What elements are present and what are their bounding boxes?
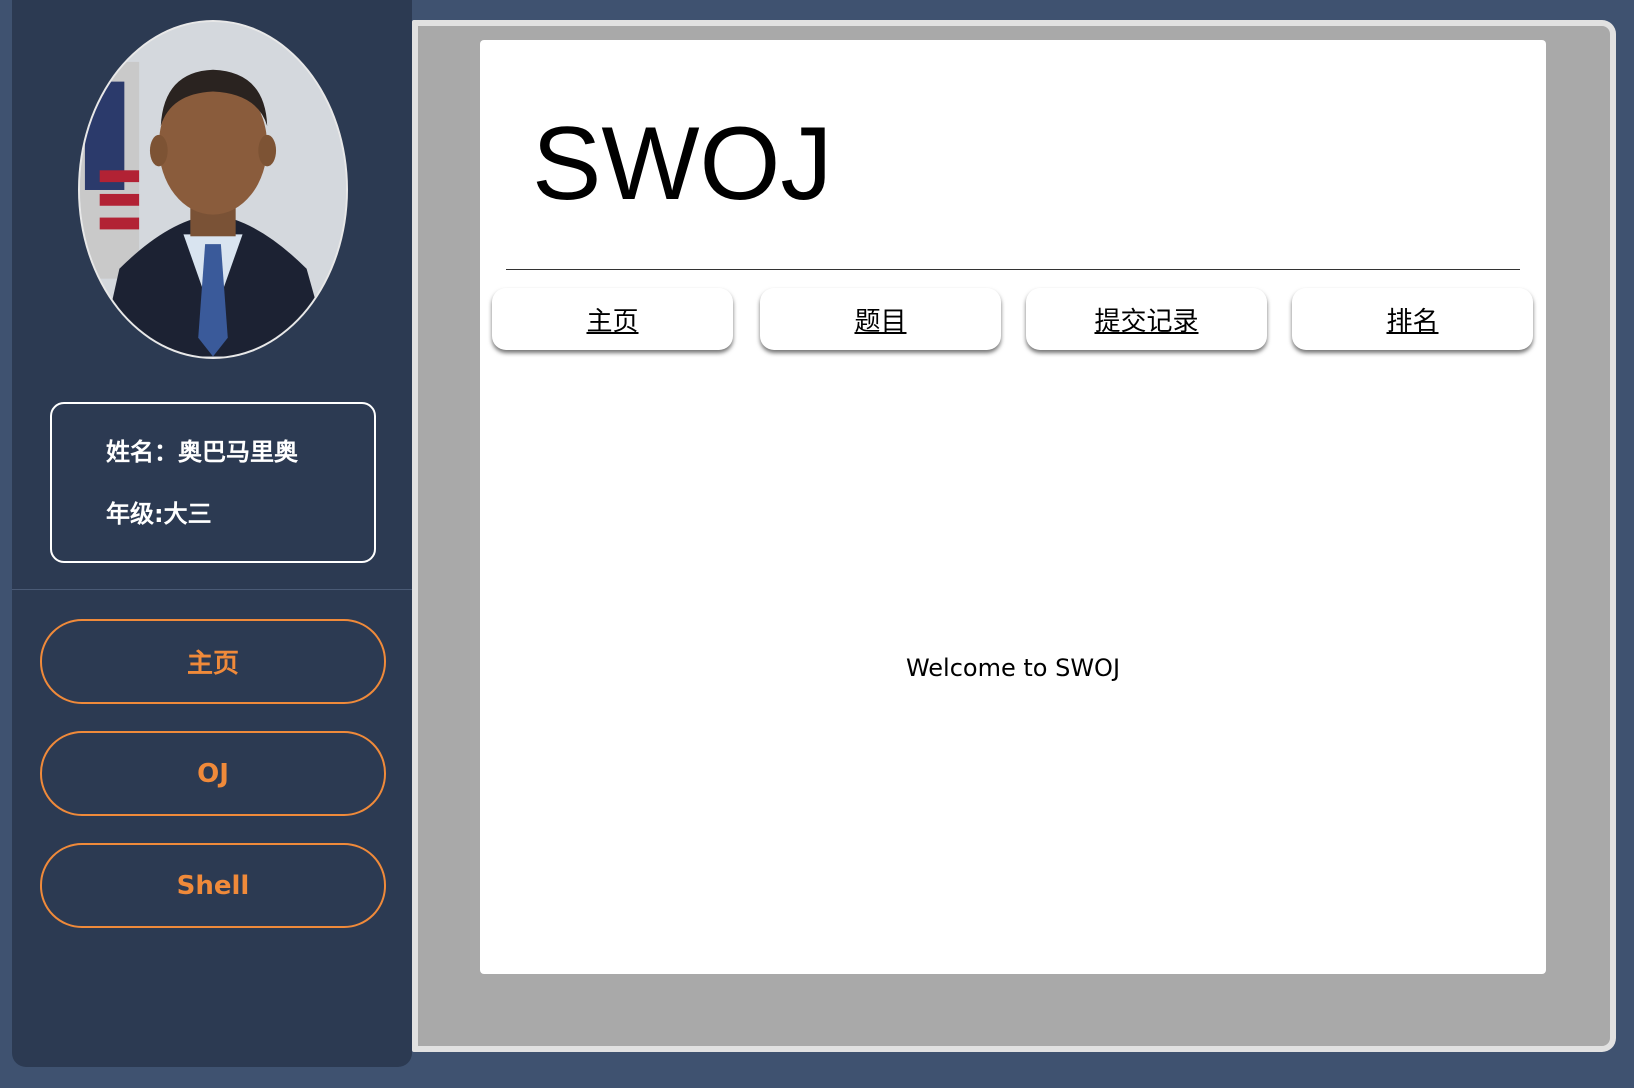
sidebar: 姓名：奥巴马里奥 年级:大三 主页 OJ Shell: [12, 0, 412, 1067]
tab-submissions[interactable]: 提交记录: [1026, 288, 1267, 350]
sidebar-divider: [12, 589, 412, 590]
tab-problems[interactable]: 题目: [760, 288, 1001, 350]
site-title: SWOJ: [532, 106, 833, 222]
avatar-portrait: [80, 22, 346, 357]
tab-ranking[interactable]: 排名: [1292, 288, 1533, 350]
tab-home[interactable]: 主页: [492, 288, 733, 350]
welcome-message: Welcome to SWOJ: [905, 654, 1121, 682]
sidebar-item-oj[interactable]: OJ: [40, 731, 386, 816]
profile-name: 姓名：奥巴马里奥: [106, 438, 298, 466]
main-panel: SWOJ 主页 题目 提交记录 排名 Welcome to SWOJ: [480, 40, 1546, 974]
profile-grade: 年级:大三: [106, 500, 212, 528]
sidebar-item-home[interactable]: 主页: [40, 619, 386, 704]
avatar: [78, 20, 348, 359]
sidebar-item-shell[interactable]: Shell: [40, 843, 386, 928]
profile-card: 姓名：奥巴马里奥 年级:大三: [50, 402, 376, 563]
title-divider: [506, 269, 1520, 270]
